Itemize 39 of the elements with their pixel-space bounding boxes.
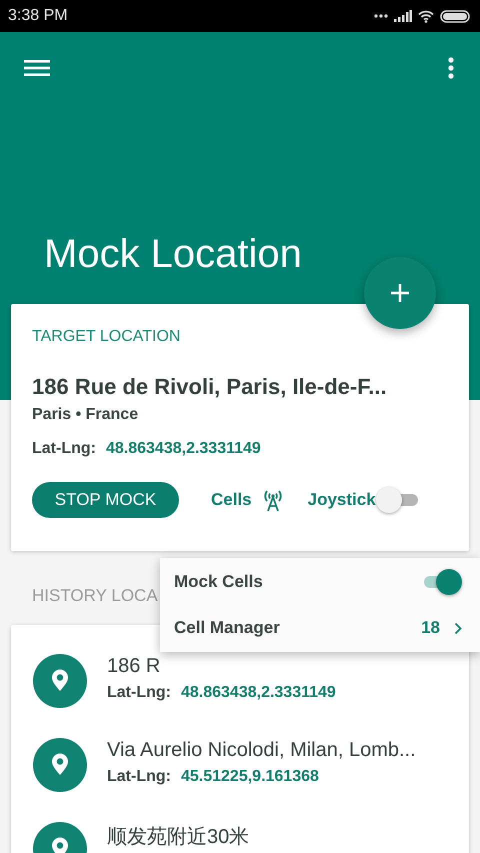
menu-icon[interactable] [24,58,50,78]
add-button[interactable] [364,257,436,329]
cell-count: 18 [421,618,440,638]
latlng-label: Lat-Lng: [107,768,171,786]
location-pin-icon [33,654,87,708]
joystick-label: Joystick [308,490,376,510]
cells-label: Cells [211,490,252,510]
location-pin-icon [33,738,87,792]
history-title: Via Aurelio Nicolodi, Milan, Lomb... [107,739,416,762]
popup-menu-item[interactable]: Mock Cells [174,559,462,605]
more-options-icon[interactable] [448,57,454,79]
wifi-icon [418,10,434,22]
more-dots-icon [374,14,388,18]
joystick-switch[interactable] [376,487,420,513]
latlng-value: 45.51225,9.161368 [180,768,319,786]
plus-icon [390,283,410,303]
battery-icon [440,10,470,22]
app-title: Mock Location [43,231,303,278]
history-heading: HISTORY LOCA [32,586,158,607]
chevron-right-icon [454,622,462,634]
latlng-label: Lat-Lng: [107,684,171,702]
section-heading: TARGET LOCATION [32,328,182,346]
address-text: 186 Rue de Rivoli, Paris, Ile-de-F... [32,374,388,400]
history-item[interactable]: 顺发苑附近30米 [33,822,469,853]
history-item[interactable]: Via Aurelio Nicolodi, Milan, Lomb... Lat-Lng: 45.51225,9.161368 [33,738,469,822]
place-text: Paris • France [32,406,140,424]
menu-item-label: Mock Cells [174,572,264,592]
latlng-value: 48.863438,2.3331149 [106,440,261,458]
antenna-icon[interactable] [262,488,284,512]
stop-mock-button[interactable]: STOP MOCK [32,482,179,518]
history-title: 186 R [107,655,162,678]
history-title: 顺发苑附近30米 [107,825,250,850]
status-time: 3:38 PM [8,7,68,25]
history-item[interactable]: 186 R Lat-Lng: 48.863438,2.3331149 [33,654,469,738]
latlng-value: 48.863438,2.3331149 [180,684,336,702]
signal-icon [394,10,412,22]
menu-item-label: Cell Manager [174,618,281,638]
popup-menu-item[interactable]: Cell Manager 18 [174,605,462,651]
latlng-label: Lat-Lng: [32,440,96,458]
